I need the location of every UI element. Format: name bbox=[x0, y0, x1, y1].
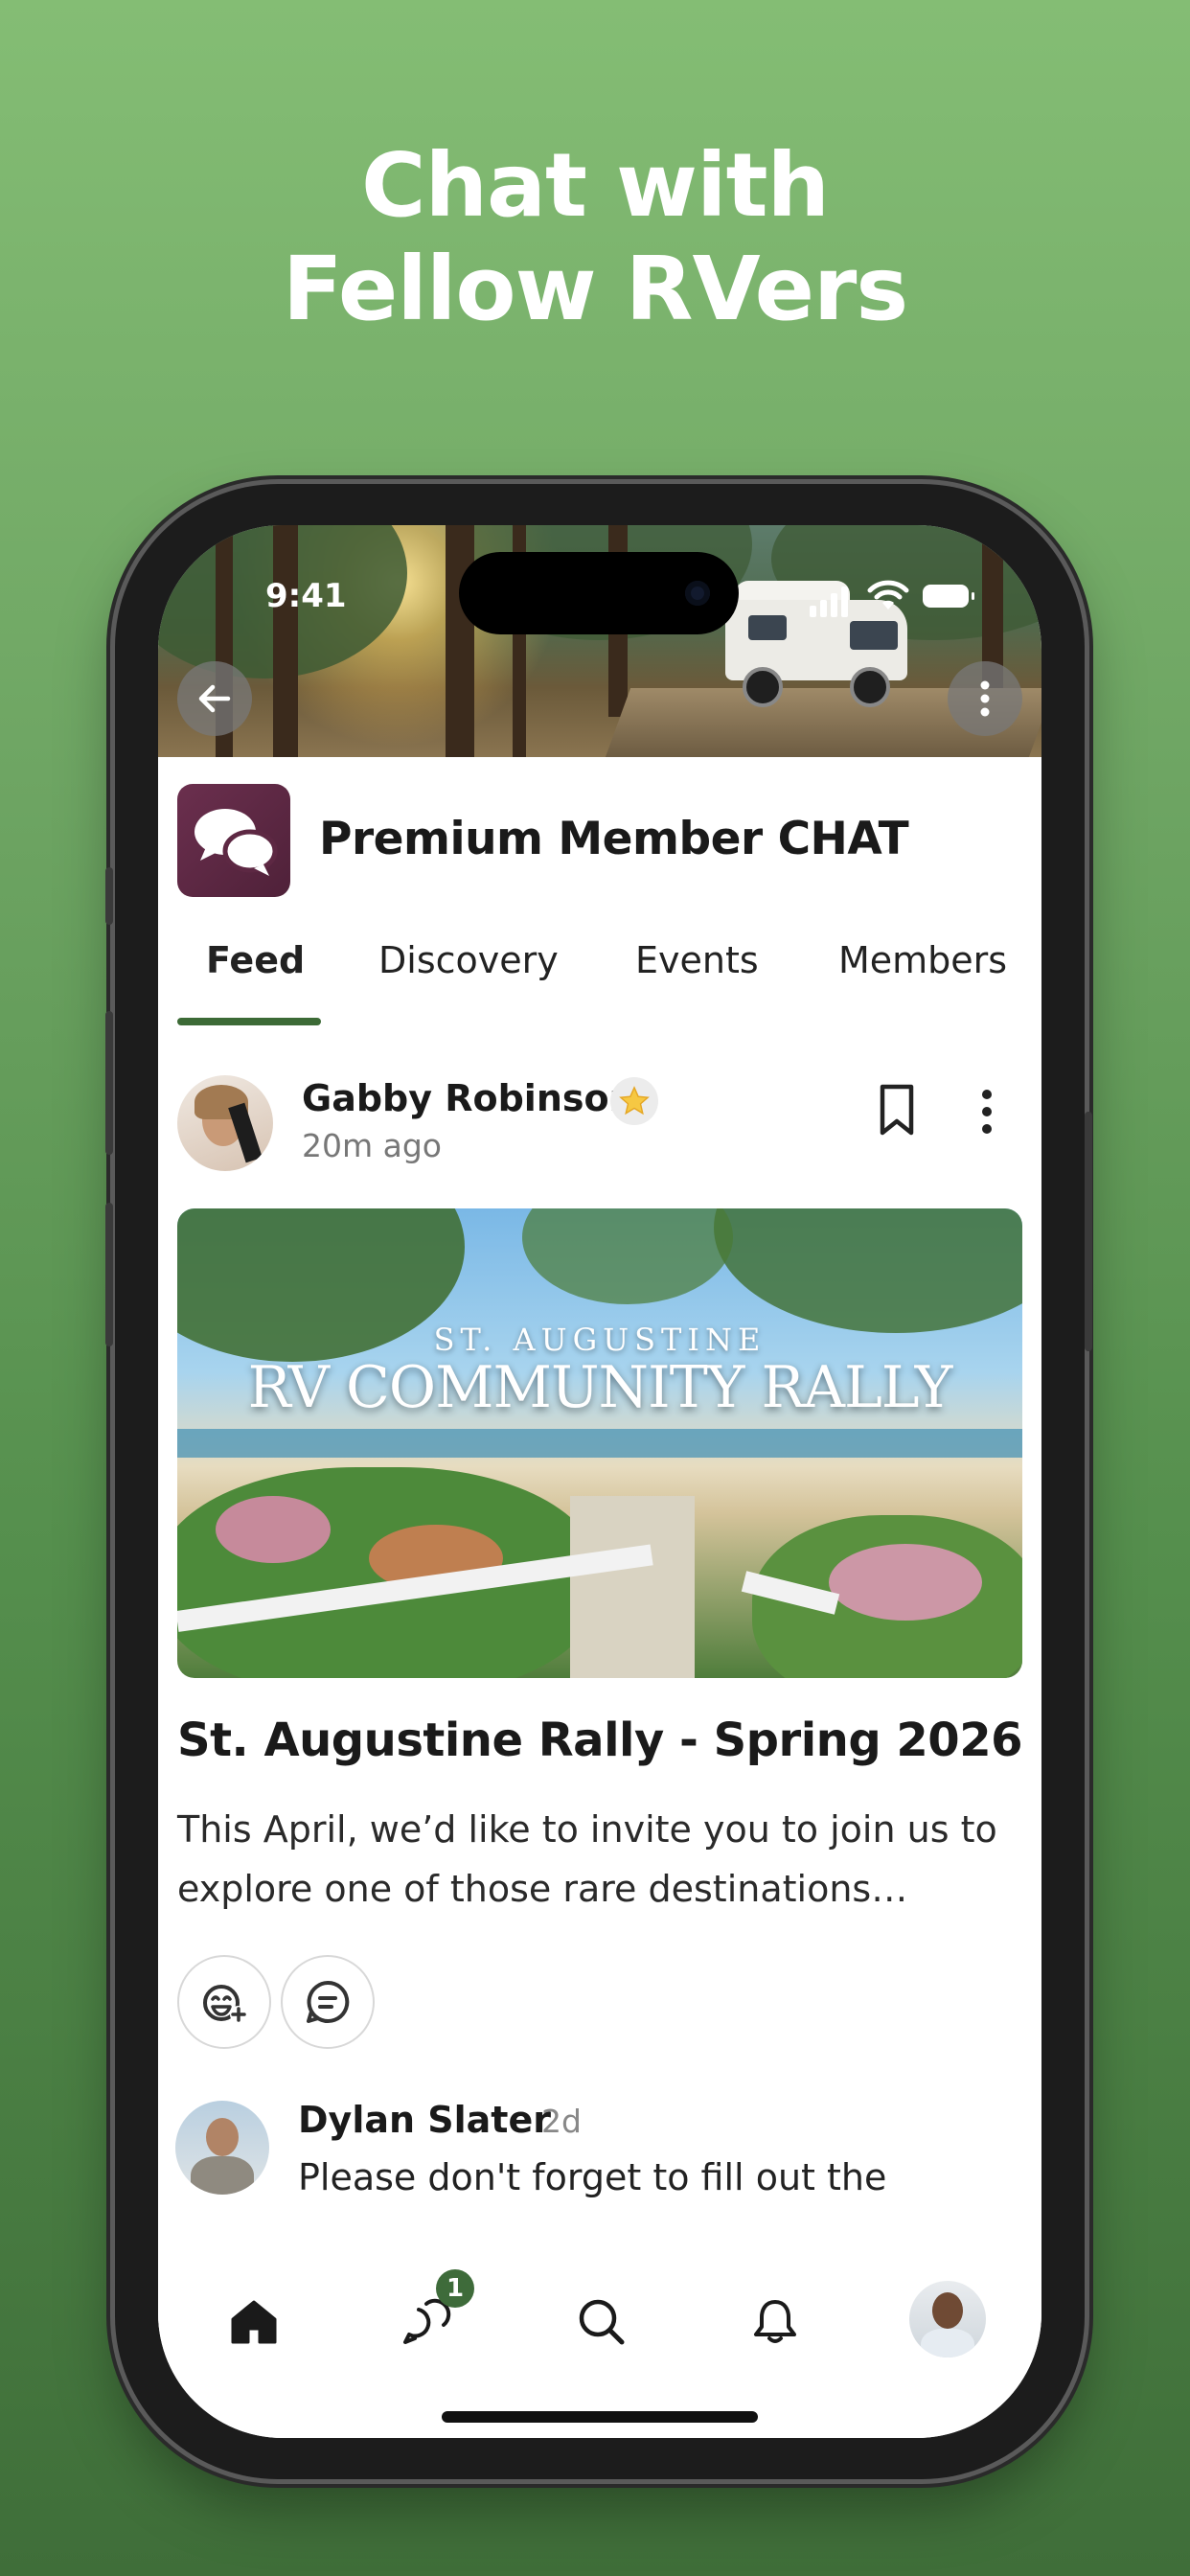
comment-author-avatar[interactable] bbox=[175, 2101, 269, 2195]
headline: Chat with Fellow RVers bbox=[0, 134, 1190, 341]
status-time: 9:41 bbox=[265, 577, 347, 615]
post-image-title: RV COMMUNITY RALLY bbox=[247, 1354, 953, 1421]
chat-bubbles-icon bbox=[195, 809, 278, 876]
post-body: This April, we’d like to invite you to j… bbox=[177, 1808, 997, 1910]
battery-icon bbox=[923, 585, 974, 608]
comment-timestamp: 2d bbox=[541, 2103, 582, 2140]
headline-line-1: Chat with bbox=[360, 134, 830, 237]
star-icon bbox=[619, 1086, 650, 1116]
tabbar-search[interactable] bbox=[562, 2283, 639, 2359]
group-tabs: Feed Discovery Events Members bbox=[158, 939, 1041, 1016]
post-author-avatar[interactable] bbox=[177, 1075, 273, 1171]
bookmark-icon bbox=[880, 1084, 914, 1136]
arrow-left-icon bbox=[198, 684, 231, 713]
home-indicator bbox=[442, 2411, 758, 2423]
status-icons bbox=[810, 579, 974, 617]
app-screen: 9:41 Premium Member CHAT Feed Discovery … bbox=[158, 525, 1041, 2438]
more-vertical-icon bbox=[982, 1090, 992, 1134]
bell-icon bbox=[754, 2300, 796, 2343]
post-author-name[interactable]: Gabby Robinson bbox=[302, 1077, 635, 1119]
tab-events[interactable]: Events bbox=[635, 939, 759, 981]
comment-icon bbox=[307, 1980, 350, 2023]
add-reaction-button[interactable] bbox=[177, 1955, 271, 2049]
post-title[interactable]: St. Augustine Rally - Spring 2026 bbox=[177, 1714, 1023, 1767]
active-tab-indicator bbox=[177, 1018, 321, 1025]
tab-discovery[interactable]: Discovery bbox=[378, 939, 559, 981]
wifi-icon bbox=[867, 580, 909, 610]
phone-volume-down-button bbox=[105, 1203, 113, 1346]
post-image[interactable]: ST. AUGUSTINE RV COMMUNITY RALLY bbox=[177, 1208, 1022, 1678]
dynamic-island bbox=[459, 552, 739, 634]
post-menu-button[interactable] bbox=[973, 1085, 1001, 1138]
group-title: Premium Member CHAT bbox=[319, 813, 909, 865]
search-icon bbox=[579, 2299, 625, 2345]
tabbar-home[interactable] bbox=[216, 2283, 292, 2359]
phone-volume-up-button bbox=[105, 1011, 113, 1155]
headline-line-2: Fellow RVers bbox=[282, 238, 908, 340]
add-emoji-icon bbox=[203, 1985, 247, 2023]
post-image-subtitle: ST. AUGUSTINE bbox=[433, 1322, 767, 1358]
comment-text: Please don't forget to fill out the bbox=[298, 2156, 887, 2198]
group-banner-image: 9:41 bbox=[158, 525, 1041, 757]
bookmark-button[interactable] bbox=[873, 1081, 921, 1138]
comment-author-name[interactable]: Dylan Slater bbox=[298, 2099, 551, 2141]
back-button[interactable] bbox=[177, 661, 252, 736]
phone-side-button bbox=[105, 867, 113, 925]
premium-badge bbox=[610, 1077, 658, 1125]
chat-unread-badge: 1 bbox=[436, 2269, 474, 2308]
more-vertical-icon bbox=[980, 680, 990, 717]
tab-feed[interactable]: Feed bbox=[206, 939, 305, 981]
tabbar-profile-avatar[interactable] bbox=[909, 2281, 986, 2358]
home-icon bbox=[231, 2300, 277, 2344]
bottom-tab-bar: 1 bbox=[158, 2231, 1041, 2438]
group-menu-button[interactable] bbox=[948, 661, 1022, 736]
tabbar-notifications[interactable] bbox=[737, 2283, 813, 2359]
post-timestamp: 20m ago bbox=[302, 1127, 442, 1164]
phone-power-button bbox=[1085, 1112, 1092, 1351]
group-avatar[interactable] bbox=[177, 784, 290, 897]
comment-button[interactable] bbox=[281, 1955, 375, 2049]
tab-members[interactable]: Members bbox=[838, 939, 1007, 981]
